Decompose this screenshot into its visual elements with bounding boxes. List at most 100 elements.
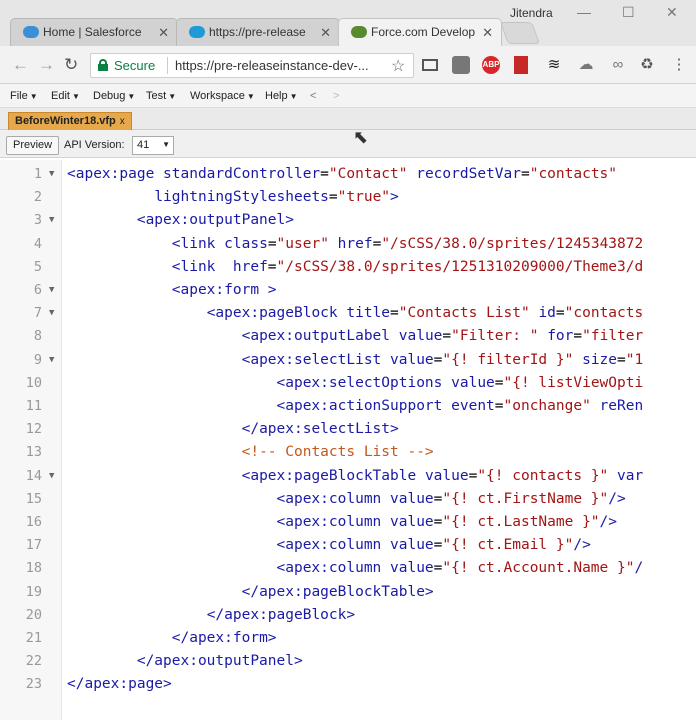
forward-arrow-icon[interactable]: → xyxy=(38,55,55,75)
menu-label: File xyxy=(10,90,28,102)
code-line[interactable]: 19 </apex:pageBlockTable> xyxy=(0,584,696,607)
code-token: <link xyxy=(171,258,233,275)
line-number: 19 xyxy=(25,583,42,600)
nav-forward-button[interactable]: > xyxy=(333,90,339,102)
tab-home-salesforce[interactable]: Home | Salesforce ✕ xyxy=(10,18,178,46)
abp-icon[interactable]: ABP xyxy=(482,56,500,74)
code-text: <apex:outputLabel value="Filter: " for="… xyxy=(67,328,644,344)
back-arrow-icon[interactable]: ← xyxy=(12,55,29,75)
code-line[interactable]: 17 <apex:column value="{! ct.Email }"/> xyxy=(0,537,696,560)
code-token: </apex:pageBlockTable> xyxy=(241,583,434,600)
menu-test[interactable]: Test ▼ xyxy=(146,90,176,102)
code-line[interactable]: 4 <link class="user" href="/sCSS/38.0/sp… xyxy=(0,236,696,259)
preview-button[interactable]: Preview xyxy=(6,136,60,155)
code-token: "contacts xyxy=(564,305,644,322)
code-line[interactable]: 11 <apex:actionSupport event="onchange" … xyxy=(0,398,696,421)
line-number: 17 xyxy=(25,537,42,554)
code-line[interactable]: 7 ▼ <apex:pageBlock title="Contacts List"… xyxy=(0,305,696,328)
cloud-icon[interactable]: ☁ xyxy=(577,56,595,74)
code-token: = xyxy=(555,305,565,322)
code-token: href xyxy=(232,258,268,275)
code-token: <apex:pageBlock xyxy=(206,305,347,322)
code-line[interactable]: 23 </apex:page> xyxy=(0,676,696,699)
code-token: "Contacts List" xyxy=(398,305,530,322)
api-version-select[interactable]: 41 ▼ xyxy=(132,136,174,155)
code-editor[interactable]: 1 ▼ <apex:page standardController="Contact… xyxy=(0,160,696,720)
code-text: lightningStylesheets="true"> xyxy=(67,189,398,205)
infinity-icon[interactable]: ∞ xyxy=(609,56,627,74)
code-line[interactable]: 20 </apex:pageBlock> xyxy=(0,607,696,630)
code-token: "/sCSS/38.0/sprites/1251310209000/Theme3… xyxy=(276,258,644,275)
tab-pre-release[interactable]: https://pre-release ✕ xyxy=(176,18,340,46)
close-icon[interactable]: x xyxy=(120,116,125,127)
profile-name[interactable]: Jitendra xyxy=(510,6,553,20)
code-line[interactable]: 10 <apex:selectOptions value="{! listVie… xyxy=(0,375,696,398)
fold-toggle-icon[interactable]: ▼ xyxy=(49,308,54,318)
code-line[interactable]: 1 ▼ <apex:page standardController="Contact… xyxy=(0,166,696,189)
minimize-icon[interactable]: — xyxy=(577,4,591,20)
line-number: 16 xyxy=(25,514,42,530)
fold-toggle-icon[interactable]: ▼ xyxy=(49,285,54,295)
fold-toggle-icon[interactable]: ▼ xyxy=(49,471,54,481)
menu-workspace[interactable]: Workspace ▼ xyxy=(190,90,255,102)
menu-debug[interactable]: Debug ▼ xyxy=(93,90,135,102)
line-number: 10 xyxy=(25,374,42,391)
line-number: 4 xyxy=(33,235,42,252)
window-close-icon[interactable]: ✕ xyxy=(666,4,678,21)
address-bar[interactable]: Secure https://pre-releaseinstance-dev-.… xyxy=(90,53,414,78)
file-tab-beforewinter18[interactable]: BeforeWinter18.vfp x xyxy=(8,112,132,130)
code-line[interactable]: 18 <apex:column value="{! ct.Account.Nam… xyxy=(0,560,696,583)
code-token: <apex:outputPanel> xyxy=(136,212,294,229)
menu-label: Workspace xyxy=(190,90,245,102)
close-icon[interactable]: ✕ xyxy=(482,25,493,41)
code-text: <apex:selectOptions value="{! listViewOp… xyxy=(67,374,644,391)
code-line[interactable]: 2 lightningStylesheets="true"> xyxy=(0,189,696,212)
code-line[interactable]: 15 <apex:column value="{! ct.FirstName }… xyxy=(0,491,696,514)
code-token: "user" xyxy=(276,235,329,252)
tab-label: Force.com Develope xyxy=(371,25,475,39)
browser-tab-strip: Home | Salesforce ✕ https://pre-release … xyxy=(0,0,696,46)
code-token: / xyxy=(634,560,644,577)
code-line[interactable]: 5 <link href="/sCSS/38.0/sprites/1251310… xyxy=(0,259,696,282)
code-line[interactable]: 3 ▼ <apex:outputPanel> xyxy=(0,212,696,235)
menu-help[interactable]: Help ▼ xyxy=(265,90,298,102)
code-line[interactable]: 12 </apex:selectList> xyxy=(0,421,696,444)
code-line[interactable]: 22 </apex:outputPanel> xyxy=(0,653,696,676)
code-token: <apex:actionSupport xyxy=(276,398,452,414)
reload-icon[interactable]: ↻ xyxy=(64,55,78,75)
code-line[interactable]: 13 <!-- Contacts List --> xyxy=(0,444,696,467)
code-token: <apex:selectOptions xyxy=(276,374,452,391)
maximize-icon[interactable]: ☐ xyxy=(622,4,635,21)
nav-back-button[interactable]: < xyxy=(310,90,316,102)
close-icon[interactable]: ✕ xyxy=(158,25,169,41)
caret-down-icon: ▼ xyxy=(127,92,136,101)
code-line[interactable]: 16 <apex:column value="{! ct.LastName }"… xyxy=(0,514,696,537)
close-icon[interactable]: ✕ xyxy=(320,25,331,41)
code-line[interactable]: 6 ▼ <apex:form > xyxy=(0,282,696,305)
more-icon[interactable]: ⋮ xyxy=(670,56,688,74)
editor-toolbar: Preview API Version: 41 ▼ xyxy=(0,130,696,158)
code-token: /> xyxy=(608,490,626,507)
layers-icon[interactable]: ≋ xyxy=(545,56,563,74)
recycle-icon[interactable]: ♻ xyxy=(638,56,656,74)
fold-toggle-icon[interactable]: ▼ xyxy=(49,355,54,365)
code-line[interactable]: 9 ▼ <apex:selectList value = "{! filterId }… xyxy=(0,352,696,375)
screenshot-icon[interactable] xyxy=(452,56,470,74)
line-number: 21 xyxy=(25,630,42,646)
fold-toggle-icon[interactable]: ▼ xyxy=(49,169,54,179)
file-tab-label: BeforeWinter18.vfp xyxy=(15,115,116,127)
code-line[interactable]: 8 <apex:outputLabel value="Filter: " for… xyxy=(0,328,696,351)
menu-file[interactable]: File ▼ xyxy=(10,90,38,102)
star-icon[interactable]: ☆ xyxy=(391,56,405,76)
tab-force-developer[interactable]: Force.com Develope ✕ xyxy=(338,18,502,46)
lock-icon xyxy=(98,59,108,71)
menu-edit[interactable]: Edit ▼ xyxy=(51,90,80,102)
code-line[interactable]: 14 ▼ <apex:pageBlockTable value="{! conta… xyxy=(0,468,696,491)
fold-toggle-icon[interactable]: ▼ xyxy=(49,215,54,225)
code-line[interactable]: 21 </apex:form> xyxy=(0,630,696,653)
new-tab-button[interactable] xyxy=(499,22,541,44)
url-text[interactable]: https://pre-releaseinstance-dev-... xyxy=(175,58,369,73)
cast-icon[interactable] xyxy=(422,59,438,71)
bookmark-red-icon[interactable] xyxy=(514,56,528,74)
